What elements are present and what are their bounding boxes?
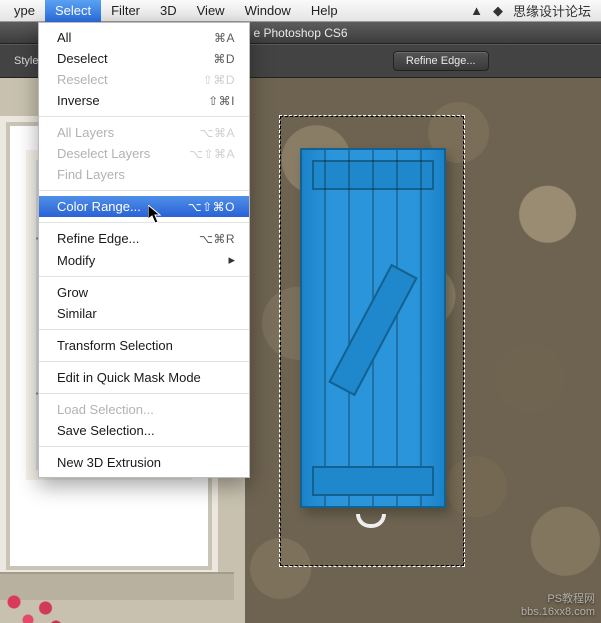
menu-item-grow[interactable]: Grow xyxy=(39,282,249,303)
menu-item-transform-selection[interactable]: Transform Selection xyxy=(39,335,249,356)
menu-item-modify[interactable]: Modify ▸ xyxy=(39,249,249,271)
menu-label: Color Range... xyxy=(57,199,188,214)
menu-item-load-selection: Load Selection... xyxy=(39,399,249,420)
menu-select[interactable]: Select xyxy=(45,0,101,22)
menu-label: Transform Selection xyxy=(57,338,235,353)
menu-shortcut: ⌥⇧⌘O xyxy=(188,200,235,214)
menu-window[interactable]: Window xyxy=(235,0,301,22)
menubar-right-text: 思缘设计论坛 xyxy=(513,1,591,20)
menu-3d[interactable]: 3D xyxy=(150,0,187,22)
menu-label: Inverse xyxy=(57,93,208,108)
menu-label: Similar xyxy=(57,306,235,321)
menu-label: All Layers xyxy=(57,125,200,140)
menu-view[interactable]: View xyxy=(187,0,235,22)
menu-label: Modify xyxy=(57,253,222,268)
menu-separator xyxy=(39,190,249,191)
menu-label: All xyxy=(57,30,214,45)
rectangular-marquee[interactable] xyxy=(280,116,464,566)
menu-item-all[interactable]: All ⌘A xyxy=(39,27,249,48)
menu-item-all-layers: All Layers ⌥⌘A xyxy=(39,122,249,143)
menu-separator xyxy=(39,446,249,447)
app-title-prefix: e xyxy=(253,26,260,40)
menu-shortcut: ⌥⌘R xyxy=(199,232,235,246)
menu-shortcut: ⇧⌘I xyxy=(208,94,235,108)
menu-item-save-selection[interactable]: Save Selection... xyxy=(39,420,249,441)
menu-label: Deselect xyxy=(57,51,213,66)
cloud-up-icon[interactable]: ▲ xyxy=(470,3,483,18)
menu-item-new-3d-extrusion[interactable]: New 3D Extrusion xyxy=(39,452,249,473)
menu-item-color-range[interactable]: Color Range... ⌥⇧⌘O xyxy=(39,196,249,217)
menu-label: Reselect xyxy=(57,72,203,87)
app-title: Photoshop CS6 xyxy=(263,26,347,40)
watermark-line2: bbs.16xx8.com xyxy=(521,606,595,619)
menu-item-find-layers: Find Layers xyxy=(39,164,249,185)
menu-shortcut: ⌥⌘A xyxy=(200,126,235,140)
menu-label: Edit in Quick Mask Mode xyxy=(57,370,235,385)
menu-shortcut: ⌘A xyxy=(214,31,235,45)
menu-shortcut: ⌥⇧⌘A xyxy=(189,147,235,161)
menu-item-deselect[interactable]: Deselect ⌘D xyxy=(39,48,249,69)
menu-label: Refine Edge... xyxy=(57,231,199,246)
submenu-arrow-icon: ▸ xyxy=(228,252,235,268)
menu-shortcut: ⇧⌘D xyxy=(203,73,235,87)
select-menu: All ⌘A Deselect ⌘D Reselect ⇧⌘D Inverse … xyxy=(38,22,250,478)
menu-label: Deselect Layers xyxy=(57,146,189,161)
watermark: PS教程网 bbs.16xx8.com xyxy=(521,593,595,619)
menu-item-deselect-layers: Deselect Layers ⌥⇧⌘A xyxy=(39,143,249,164)
menu-separator xyxy=(39,116,249,117)
menu-shortcut: ⌘D xyxy=(213,52,235,66)
menu-separator xyxy=(39,222,249,223)
refine-edge-button[interactable]: Refine Edge... xyxy=(393,51,489,71)
menu-label: New 3D Extrusion xyxy=(57,455,235,470)
menu-label: Load Selection... xyxy=(57,402,235,417)
menu-separator xyxy=(39,361,249,362)
menu-type[interactable]: ype xyxy=(4,0,45,22)
mac-menubar: ype Select Filter 3D View Window Help ▲ … xyxy=(0,0,601,22)
menu-item-quick-mask[interactable]: Edit in Quick Mask Mode xyxy=(39,367,249,388)
menu-item-inverse[interactable]: Inverse ⇧⌘I xyxy=(39,90,249,111)
menu-help[interactable]: Help xyxy=(301,0,348,22)
menu-item-similar[interactable]: Similar xyxy=(39,303,249,324)
menu-item-refine-edge[interactable]: Refine Edge... ⌥⌘R xyxy=(39,228,249,249)
dropbox-icon[interactable]: ◆ xyxy=(493,3,503,19)
watermark-line1: PS教程网 xyxy=(521,593,595,606)
menu-label: Find Layers xyxy=(57,167,235,182)
menu-label: Grow xyxy=(57,285,235,300)
flowers xyxy=(0,584,70,623)
menu-separator xyxy=(39,276,249,277)
menu-item-reselect: Reselect ⇧⌘D xyxy=(39,69,249,90)
menu-label: Save Selection... xyxy=(57,423,235,438)
menu-separator xyxy=(39,329,249,330)
menu-separator xyxy=(39,393,249,394)
menu-filter[interactable]: Filter xyxy=(101,0,150,22)
